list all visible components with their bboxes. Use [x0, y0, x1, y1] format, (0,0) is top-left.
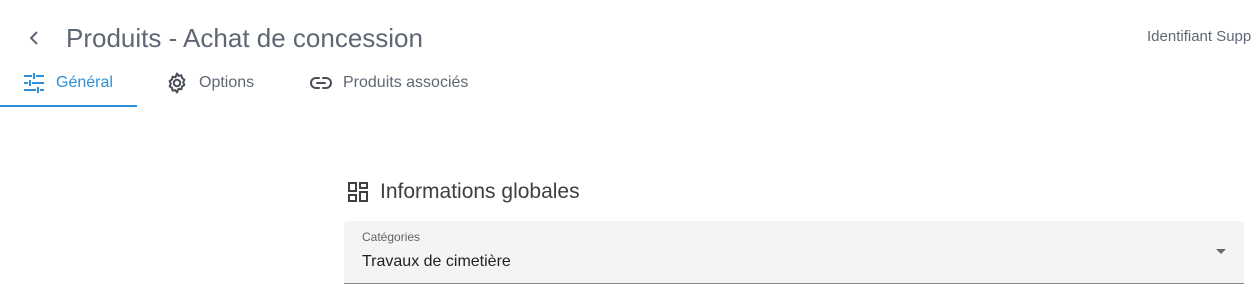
- gear-icon: [165, 71, 189, 95]
- section-title: Informations globales: [380, 180, 580, 203]
- tune-icon: [22, 71, 46, 95]
- product-page: Produits - Achat de concession Identifia…: [0, 0, 1252, 300]
- dashboard-icon: [346, 180, 370, 204]
- page-title: Produits - Achat de concession: [66, 23, 423, 53]
- tab-associated-products[interactable]: Produits associés: [309, 60, 468, 106]
- tab-bar: Général Options Produits associés: [0, 60, 520, 108]
- dropdown-arrow-icon: [1216, 249, 1226, 254]
- link-icon: [309, 71, 333, 95]
- tab-associated-products-label: Produits associés: [343, 74, 469, 91]
- section-header: Informations globales: [346, 180, 580, 204]
- categories-select-label: Catégories: [362, 230, 421, 244]
- categories-select[interactable]: Catégories Travaux de cimetière: [344, 221, 1244, 284]
- tab-options[interactable]: Options: [165, 60, 254, 106]
- categories-select-value: Travaux de cimetière: [362, 253, 511, 270]
- tab-options-label: Options: [199, 74, 255, 91]
- tab-general[interactable]: Général: [22, 60, 113, 106]
- tab-general-label: Général: [56, 74, 113, 91]
- back-button[interactable]: [20, 24, 48, 52]
- chevron-left-icon: [30, 31, 38, 45]
- active-tab-indicator: [0, 105, 137, 107]
- support-identifier-label: Identifiant Supp: [1147, 28, 1252, 45]
